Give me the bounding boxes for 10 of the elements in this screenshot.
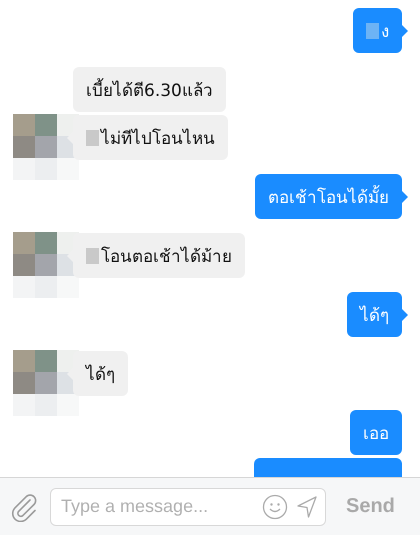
message-text: ตอเช้าโอนได้มั้ย xyxy=(268,183,389,210)
send-button[interactable]: Send xyxy=(346,495,395,518)
message-text: ไม่ทีไปโอนไหน xyxy=(101,128,215,151)
message-input-field[interactable]: Type a message... xyxy=(50,488,326,526)
message-text: ง xyxy=(381,21,389,44)
message-text: โอนตอเช้าได้ม้าย xyxy=(101,246,232,269)
message-text: เบี้ยได้ตี6.30แล้ว xyxy=(86,76,213,103)
message-text: ได้ๆ xyxy=(86,364,115,387)
message-text: เออ xyxy=(363,423,389,446)
message-text: ได้ๆ xyxy=(360,304,389,328)
